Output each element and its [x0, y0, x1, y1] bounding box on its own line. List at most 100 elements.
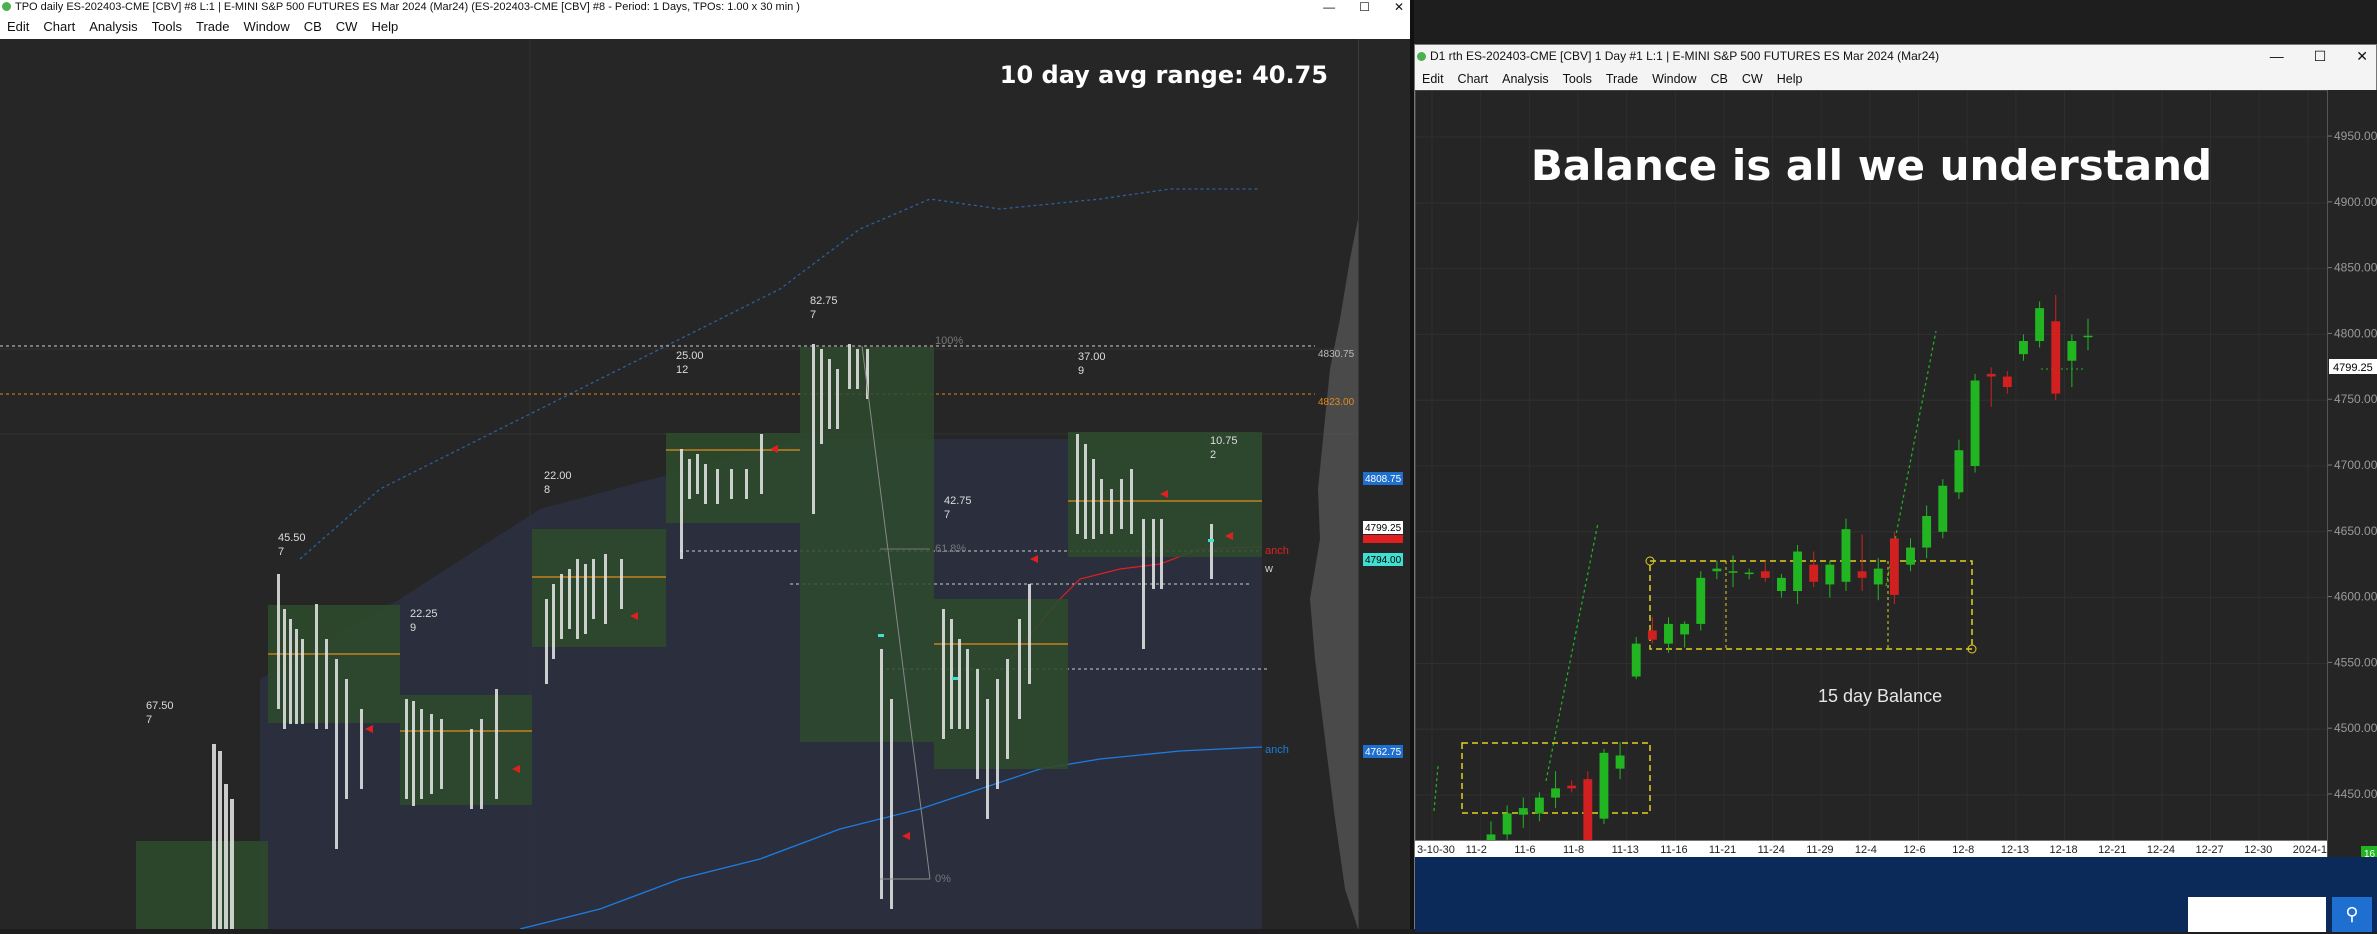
tpo-column — [545, 599, 548, 684]
tpo-column — [1084, 444, 1087, 539]
tpo-column — [680, 449, 683, 559]
fib-bottom-label: 0% — [935, 873, 951, 885]
tpo-column — [958, 639, 961, 729]
search-icon[interactable]: ⚲ — [2332, 897, 2372, 932]
menu-edit[interactable]: Edit — [1422, 72, 1444, 86]
profile-range-label: 42.75 — [944, 495, 972, 507]
menu-cw[interactable]: CW — [336, 19, 358, 34]
minimize-icon[interactable]: — — [1323, 0, 1335, 14]
right-window-title: D1 rth ES-202403-CME [CBV] 1 Day #1 L:1 … — [1430, 49, 1940, 63]
maximize-icon[interactable]: ☐ — [2314, 45, 2327, 68]
fib-mid-label: 61.8% — [935, 543, 966, 555]
tpo-column — [495, 689, 498, 799]
profile-range-label: 25.00 — [676, 350, 704, 362]
tpo-column — [1006, 659, 1009, 759]
candle-body — [1793, 551, 1803, 591]
profile-range-label: 67.50 — [146, 700, 174, 712]
balance-label: 15 day Balance — [1818, 686, 1942, 706]
close-icon[interactable]: ✕ — [2356, 45, 2368, 68]
tpo-chart-area[interactable]: 100% 61.8% 0% 67.50 7 45.50 7 22.25 9 22… — [0, 39, 1358, 929]
candle-body — [1970, 380, 1980, 466]
candle-body — [1664, 623, 1673, 644]
date-tick-label: 11-2 — [1466, 844, 1487, 856]
maximize-icon[interactable]: ☐ — [1359, 0, 1370, 14]
tpo-column — [1028, 584, 1031, 684]
date-tick-label: 11-29 — [1806, 844, 1833, 856]
candle-body — [1680, 623, 1690, 635]
date-tick-label: 12-24 — [2147, 844, 2175, 856]
date-tick-label: 11-13 — [1612, 844, 1639, 856]
profile-range-label: 37.00 — [1078, 351, 1106, 363]
menu-window[interactable]: Window — [243, 19, 289, 34]
right-title-bar[interactable]: D1 rth ES-202403-CME [CBV] 1 Day #1 L:1 … — [1415, 45, 2376, 68]
tpo-column — [212, 744, 216, 929]
menu-tools[interactable]: Tools — [1563, 72, 1592, 86]
candle-body — [1712, 568, 1722, 572]
tpo-column — [1210, 524, 1213, 579]
tpo-column — [1160, 519, 1163, 589]
tpo-column — [315, 604, 318, 729]
profile-range-label: 22.25 — [410, 608, 438, 620]
tpo-column — [480, 719, 483, 809]
left-title-bar[interactable]: TPO daily ES-202403-CME [CBV] #8 L:1 | E… — [0, 0, 1410, 14]
candle-body — [2035, 308, 2045, 341]
w-label: w — [1264, 563, 1273, 575]
menu-cw[interactable]: CW — [1742, 72, 1763, 86]
menu-chart[interactable]: Chart — [43, 19, 75, 34]
tpo-column — [283, 609, 286, 729]
tpo-column — [325, 639, 328, 729]
date-axis[interactable]: 3-10-30 11-2 11-6 11-8 11-13 11-16 11-21 11-24 1… — [1415, 840, 2337, 857]
right-price-axis[interactable]: 4450.00 4500.00 4550.00 4600.00 4650.00 4700.… — [2327, 90, 2377, 880]
menu-window[interactable]: Window — [1652, 72, 1696, 86]
profile-count-label: 7 — [278, 546, 284, 558]
tpo-column — [345, 679, 348, 799]
tpo-column — [836, 369, 839, 429]
date-tick-label: 11-21 — [1709, 844, 1736, 856]
price-tick-label: 4750.00 — [2334, 392, 2377, 406]
trend-line — [1433, 765, 1439, 812]
menu-edit[interactable]: Edit — [7, 19, 29, 34]
left-price-axis-svg: 4808.75 4799.25 4794.00 4762.75 — [1363, 472, 1403, 758]
tpo-column — [848, 344, 851, 389]
left-price-axis[interactable]: 4808.75 4799.25 4794.00 4762.75 — [1358, 39, 1410, 929]
profile-count-label: 2 — [1210, 449, 1216, 461]
tpo-column — [470, 729, 473, 809]
candle-body — [1583, 779, 1593, 841]
menu-trade[interactable]: Trade — [1606, 72, 1638, 86]
close-icon[interactable]: ✕ — [1394, 0, 1404, 14]
candle-body — [2002, 376, 2012, 388]
tpo-column — [295, 629, 298, 724]
menu-tools[interactable]: Tools — [152, 19, 182, 34]
date-ticks: 3-10-30 11-2 11-6 11-8 11-13 11-16 11-21 11-24 1… — [1417, 844, 2337, 856]
profile-count-label: 9 — [1078, 365, 1084, 377]
menu-analysis[interactable]: Analysis — [1502, 72, 1549, 86]
date-tick-label: 12-4 — [1855, 844, 1877, 856]
price-badge-text: 4808.75 — [1365, 474, 1402, 485]
price-tick-label: 4550.00 — [2334, 655, 2377, 669]
menu-help[interactable]: Help — [371, 19, 398, 34]
tpo-column — [552, 584, 555, 659]
candle-body — [1599, 752, 1609, 819]
search-box[interactable] — [2188, 897, 2326, 932]
tpo-column — [412, 701, 415, 806]
date-tick-label: 3-10-30 — [1417, 844, 1455, 856]
avg-range-label: 10 day avg range: 40.75 — [999, 61, 1328, 89]
menu-cb[interactable]: CB — [1711, 72, 1728, 86]
menu-trade[interactable]: Trade — [196, 19, 229, 34]
tpo-column — [1120, 479, 1123, 529]
tpo-column — [880, 649, 883, 899]
tpo-column — [1018, 619, 1021, 719]
tpo-column — [730, 469, 733, 499]
minimize-icon[interactable]: — — [2270, 45, 2284, 68]
menu-help[interactable]: Help — [1777, 72, 1803, 86]
profile-count-label: 9 — [410, 622, 416, 634]
menu-analysis[interactable]: Analysis — [89, 19, 137, 34]
candlestick-chart-area[interactable]: 15 day Balance Balance is all we underst… — [1415, 90, 2328, 880]
left-menu-bar: Edit Chart Analysis Tools Trade Window C… — [0, 14, 1410, 39]
menu-chart[interactable]: Chart — [1458, 72, 1489, 86]
tpo-column — [996, 679, 999, 789]
date-tick-label: 12-6 — [1904, 844, 1926, 856]
menu-cb[interactable]: CB — [304, 19, 322, 34]
price-badge-text: 4794.00 — [1365, 555, 1402, 566]
tpo-column — [1076, 434, 1079, 534]
